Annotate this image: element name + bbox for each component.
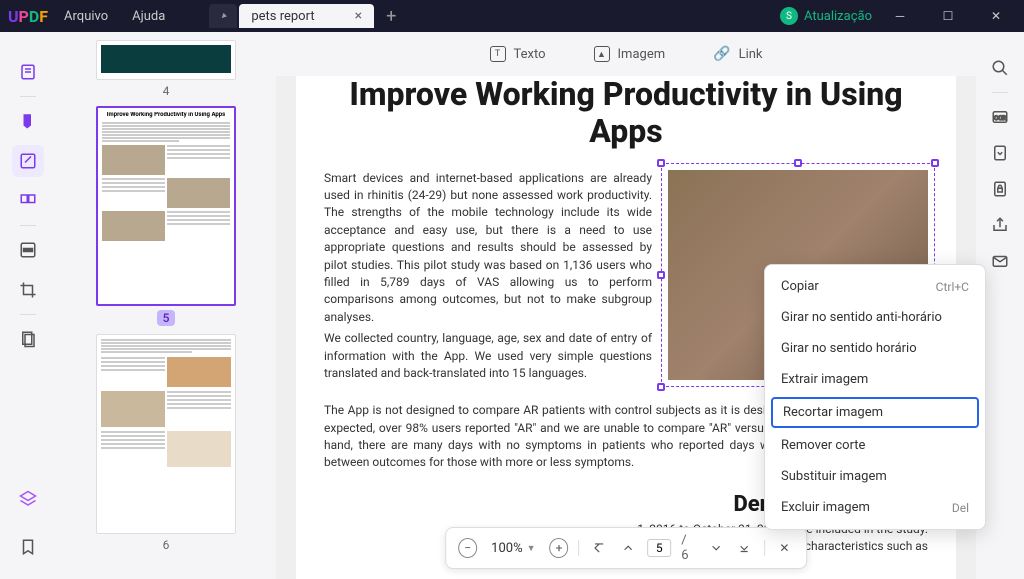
- page-thumbnail-current[interactable]: Improve Working Productivity in Using Ap…: [96, 106, 236, 326]
- maximize-button[interactable]: ☐: [928, 2, 968, 30]
- crop-tool-icon[interactable]: [12, 274, 44, 306]
- thumb-page-number-current: 5: [157, 310, 176, 326]
- bookmark-icon[interactable]: [12, 531, 44, 563]
- resize-handle[interactable]: [794, 159, 802, 167]
- next-page-button[interactable]: [706, 538, 725, 558]
- page-tool-icon[interactable]: [12, 323, 44, 355]
- new-tab-button[interactable]: +: [386, 6, 396, 27]
- context-copy[interactable]: CopiarCtrl+C: [765, 271, 985, 302]
- thumb-page-number: 6: [96, 538, 236, 552]
- prev-page-button[interactable]: [618, 538, 637, 558]
- close-toolbar-button[interactable]: ✕: [775, 538, 794, 558]
- tab-title: pets report: [251, 9, 314, 24]
- thumbnails-panel: 4 Improve Working Productivity in Using …: [56, 32, 276, 579]
- zoom-level[interactable]: 100%▼: [487, 541, 539, 556]
- zoom-out-button[interactable]: −: [458, 538, 477, 558]
- page-thumbnail[interactable]: 6: [96, 334, 236, 552]
- page-controls-toolbar: − 100%▼ + / 6 ✕: [445, 527, 807, 569]
- context-crop-image[interactable]: Recortar imagem: [771, 397, 979, 428]
- resize-handle[interactable]: [657, 159, 665, 167]
- comment-tool-icon[interactable]: [12, 105, 44, 137]
- first-page-button[interactable]: [589, 538, 608, 558]
- organize-tool-icon[interactable]: [12, 185, 44, 217]
- email-icon[interactable]: [988, 249, 1012, 273]
- svg-text:OCR: OCR: [994, 115, 1006, 122]
- avatar: S: [780, 7, 798, 25]
- context-delete-image[interactable]: Excluir imagemDel: [765, 492, 985, 523]
- left-toolbar: [0, 32, 56, 579]
- image-tool-button[interactable]: ▲Imagem: [594, 46, 666, 62]
- reader-tool-icon[interactable]: [12, 56, 44, 88]
- close-button[interactable]: ✕: [976, 2, 1016, 30]
- document-tab[interactable]: pets report ×: [239, 4, 374, 28]
- resize-handle[interactable]: [657, 271, 665, 279]
- text-tool-button[interactable]: TTexto: [490, 46, 546, 62]
- context-replace-image[interactable]: Substituir imagem: [765, 461, 985, 492]
- redact-tool-icon[interactable]: [12, 234, 44, 266]
- resize-handle[interactable]: [931, 159, 939, 167]
- edit-tool-icon[interactable]: [12, 145, 44, 177]
- paragraph: Smart devices and internet-based applica…: [324, 170, 652, 327]
- app-logo: UPDF: [8, 7, 48, 26]
- context-rotate-cw[interactable]: Girar no sentido horário: [765, 333, 985, 364]
- image-context-menu: CopiarCtrl+C Girar no sentido anti-horár…: [764, 264, 986, 530]
- page-title: Improve Working Productivity in Using Ap…: [324, 76, 928, 150]
- layers-icon[interactable]: [12, 483, 44, 515]
- link-tool-button[interactable]: 🔗Link: [713, 46, 762, 62]
- thumb-page-number: 4: [96, 84, 236, 98]
- resize-handle[interactable]: [657, 383, 665, 391]
- share-icon[interactable]: [988, 213, 1012, 237]
- update-button[interactable]: S Atualização: [780, 7, 872, 25]
- titlebar: UPDF Arquivo Ajuda pets report × + S Atu…: [0, 0, 1024, 32]
- zoom-in-button[interactable]: +: [550, 538, 569, 558]
- context-extract-image[interactable]: Extrair imagem: [765, 364, 985, 395]
- home-tab[interactable]: [209, 4, 237, 28]
- minimize-button[interactable]: ─: [880, 2, 920, 30]
- ocr-icon[interactable]: OCR: [988, 105, 1012, 129]
- context-rotate-ccw[interactable]: Girar no sentido anti-horário: [765, 302, 985, 333]
- tab-close-button[interactable]: ×: [355, 8, 362, 24]
- menu-file[interactable]: Arquivo: [64, 9, 108, 24]
- convert-icon[interactable]: [988, 141, 1012, 165]
- search-icon[interactable]: [988, 56, 1012, 80]
- menu-help[interactable]: Ajuda: [132, 9, 165, 24]
- paragraph: We collected country, language, age, sex…: [324, 330, 652, 382]
- context-remove-crop[interactable]: Remover corte: [765, 430, 985, 461]
- page-number-input[interactable]: [647, 539, 671, 557]
- protect-icon[interactable]: [988, 177, 1012, 201]
- edit-toolbar: TTexto ▲Imagem 🔗Link: [276, 32, 976, 76]
- last-page-button[interactable]: [735, 538, 754, 558]
- page-thumbnail[interactable]: 4: [96, 40, 236, 98]
